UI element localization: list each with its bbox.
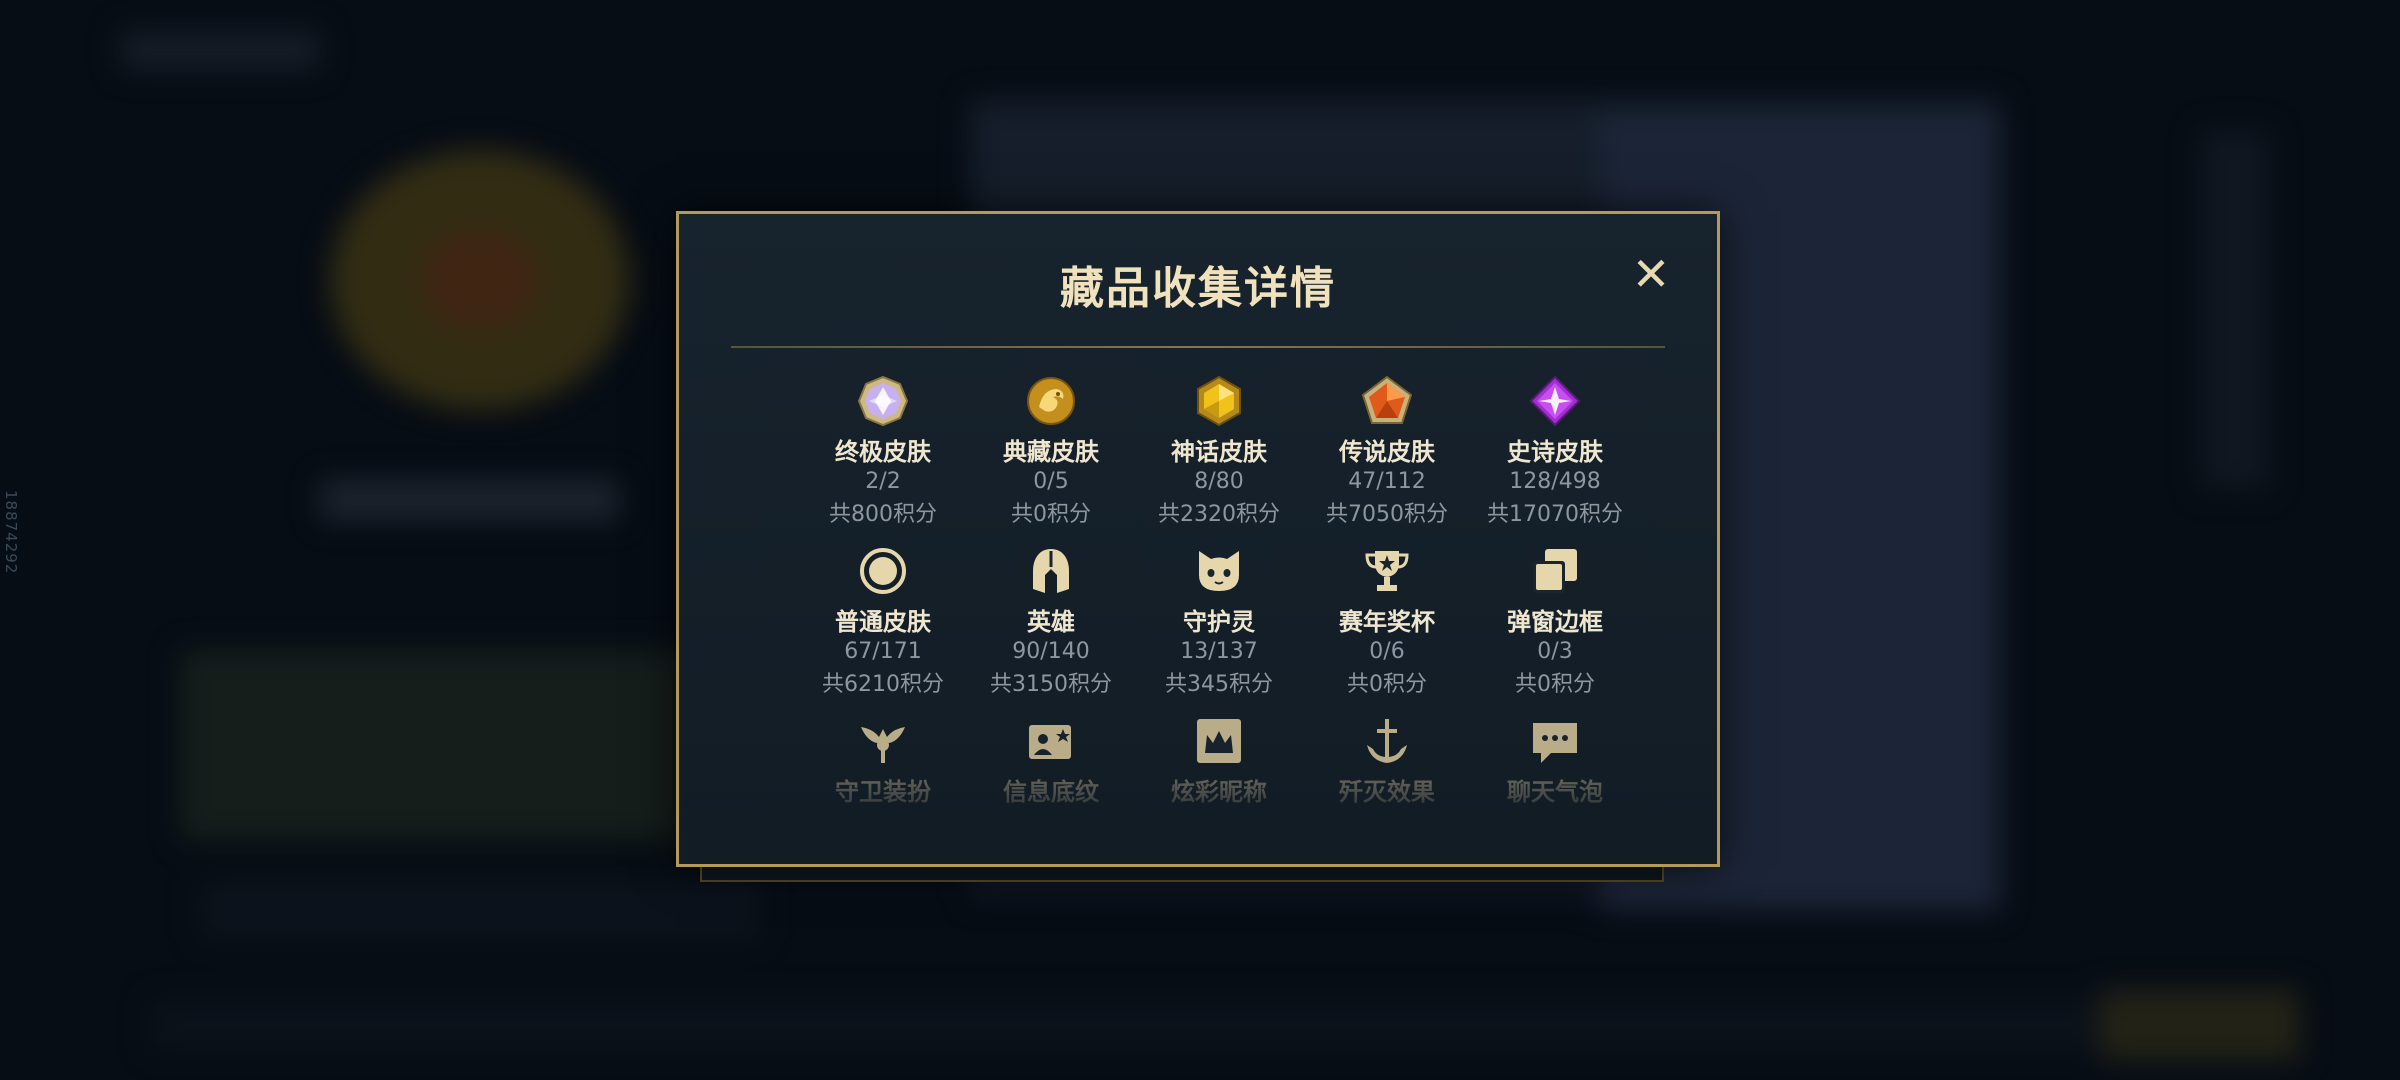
item-label: 信息底纹 <box>1003 778 1099 806</box>
item-label: 传说皮肤 <box>1339 438 1435 466</box>
item-count: 128/498 <box>1509 469 1601 494</box>
item-points: 共2320积分 <box>1158 502 1280 527</box>
collection-grid: 终极皮肤 2/2 共800积分 典藏皮肤 0/5 共0积分 神话皮肤 8/80 … <box>799 374 1639 874</box>
elimination-effect-icon <box>1360 714 1414 768</box>
modal-title: 藏品收集详情 <box>1060 263 1336 314</box>
chat-bubble-icon <box>1528 714 1582 768</box>
normal-skin-icon <box>856 544 910 598</box>
item-points: 共0积分 <box>1011 502 1091 527</box>
item-label: 守卫装扮 <box>835 778 931 806</box>
treasure-skin-icon <box>1024 374 1078 428</box>
item-label: 英雄 <box>1027 608 1075 636</box>
collection-item-mythic-skin[interactable]: 神话皮肤 8/80 共2320积分 <box>1135 374 1303 534</box>
guardian-icon <box>1192 544 1246 598</box>
mythic-skin-icon <box>1192 374 1246 428</box>
item-count: 90/140 <box>1012 639 1090 664</box>
item-count: 13/137 <box>1180 639 1258 664</box>
epic-skin-icon <box>1528 374 1582 428</box>
ultimate-skin-icon <box>856 374 910 428</box>
item-label: 神话皮肤 <box>1171 438 1267 466</box>
legendary-skin-icon <box>1360 374 1414 428</box>
collection-item-ultimate-skin[interactable]: 终极皮肤 2/2 共800积分 <box>799 374 967 534</box>
item-label: 歼灭效果 <box>1339 778 1435 806</box>
item-label: 终极皮肤 <box>835 438 931 466</box>
side-id-text: 18874292 <box>2 490 20 575</box>
item-label: 弹窗边框 <box>1507 608 1603 636</box>
collection-item-legendary-skin[interactable]: 传说皮肤 47/112 共7050积分 <box>1303 374 1471 534</box>
item-label: 赛年奖杯 <box>1339 608 1435 636</box>
item-points: 共345积分 <box>1165 672 1273 697</box>
collection-item-guardian[interactable]: 守护灵 13/137 共345积分 <box>1135 544 1303 704</box>
item-label: 史诗皮肤 <box>1507 438 1603 466</box>
popup-frame-icon <box>1528 544 1582 598</box>
item-label: 聊天气泡 <box>1507 778 1603 806</box>
collection-item-elimination-effect[interactable]: 歼灭效果 <box>1303 714 1471 874</box>
collection-item-epic-skin[interactable]: 史诗皮肤 128/498 共17070积分 <box>1471 374 1639 534</box>
item-count: 8/80 <box>1194 469 1244 494</box>
collection-details-modal: 藏品收集详情 ✕ 终极皮肤 2/2 共800积分 典藏皮肤 0/5 共0积分 神… <box>676 211 1720 867</box>
trophy-icon <box>1360 544 1414 598</box>
item-label: 普通皮肤 <box>835 608 931 636</box>
item-label: 炫彩昵称 <box>1171 778 1267 806</box>
item-count: 47/112 <box>1348 469 1426 494</box>
item-points: 共800积分 <box>829 502 937 527</box>
item-count: 0/5 <box>1033 469 1069 494</box>
collection-item-colorful-nickname[interactable]: 炫彩昵称 <box>1135 714 1303 874</box>
collection-item-chat-bubble[interactable]: 聊天气泡 <box>1471 714 1639 874</box>
item-points: 共7050积分 <box>1326 502 1448 527</box>
collection-item-season-trophy[interactable]: 赛年奖杯 0/6 共0积分 <box>1303 544 1471 704</box>
item-points: 共0积分 <box>1347 672 1427 697</box>
title-divider <box>731 346 1665 348</box>
info-card-icon <box>1024 714 1078 768</box>
champion-helmet-icon <box>1024 544 1078 598</box>
collection-item-champion[interactable]: 英雄 90/140 共3150积分 <box>967 544 1135 704</box>
item-label: 守护灵 <box>1183 608 1255 636</box>
collection-item-normal-skin[interactable]: 普通皮肤 67/171 共6210积分 <box>799 544 967 704</box>
collection-item-popup-frame[interactable]: 弹窗边框 0/3 共0积分 <box>1471 544 1639 704</box>
item-count: 2/2 <box>865 469 901 494</box>
collection-item-treasure-skin[interactable]: 典藏皮肤 0/5 共0积分 <box>967 374 1135 534</box>
item-points: 共3150积分 <box>990 672 1112 697</box>
item-points: 共17070积分 <box>1487 502 1623 527</box>
item-points: 共6210积分 <box>822 672 944 697</box>
close-icon[interactable]: ✕ <box>1629 251 1673 297</box>
item-count: 0/3 <box>1537 639 1573 664</box>
item-count: 67/171 <box>844 639 922 664</box>
collection-item-ward-skin[interactable]: 守卫装扮 <box>799 714 967 874</box>
collection-item-info-card[interactable]: 信息底纹 <box>967 714 1135 874</box>
item-count: 0/6 <box>1369 639 1405 664</box>
item-label: 典藏皮肤 <box>1003 438 1099 466</box>
ward-skin-icon <box>856 714 910 768</box>
colorful-nickname-icon <box>1192 714 1246 768</box>
item-points: 共0积分 <box>1515 672 1595 697</box>
